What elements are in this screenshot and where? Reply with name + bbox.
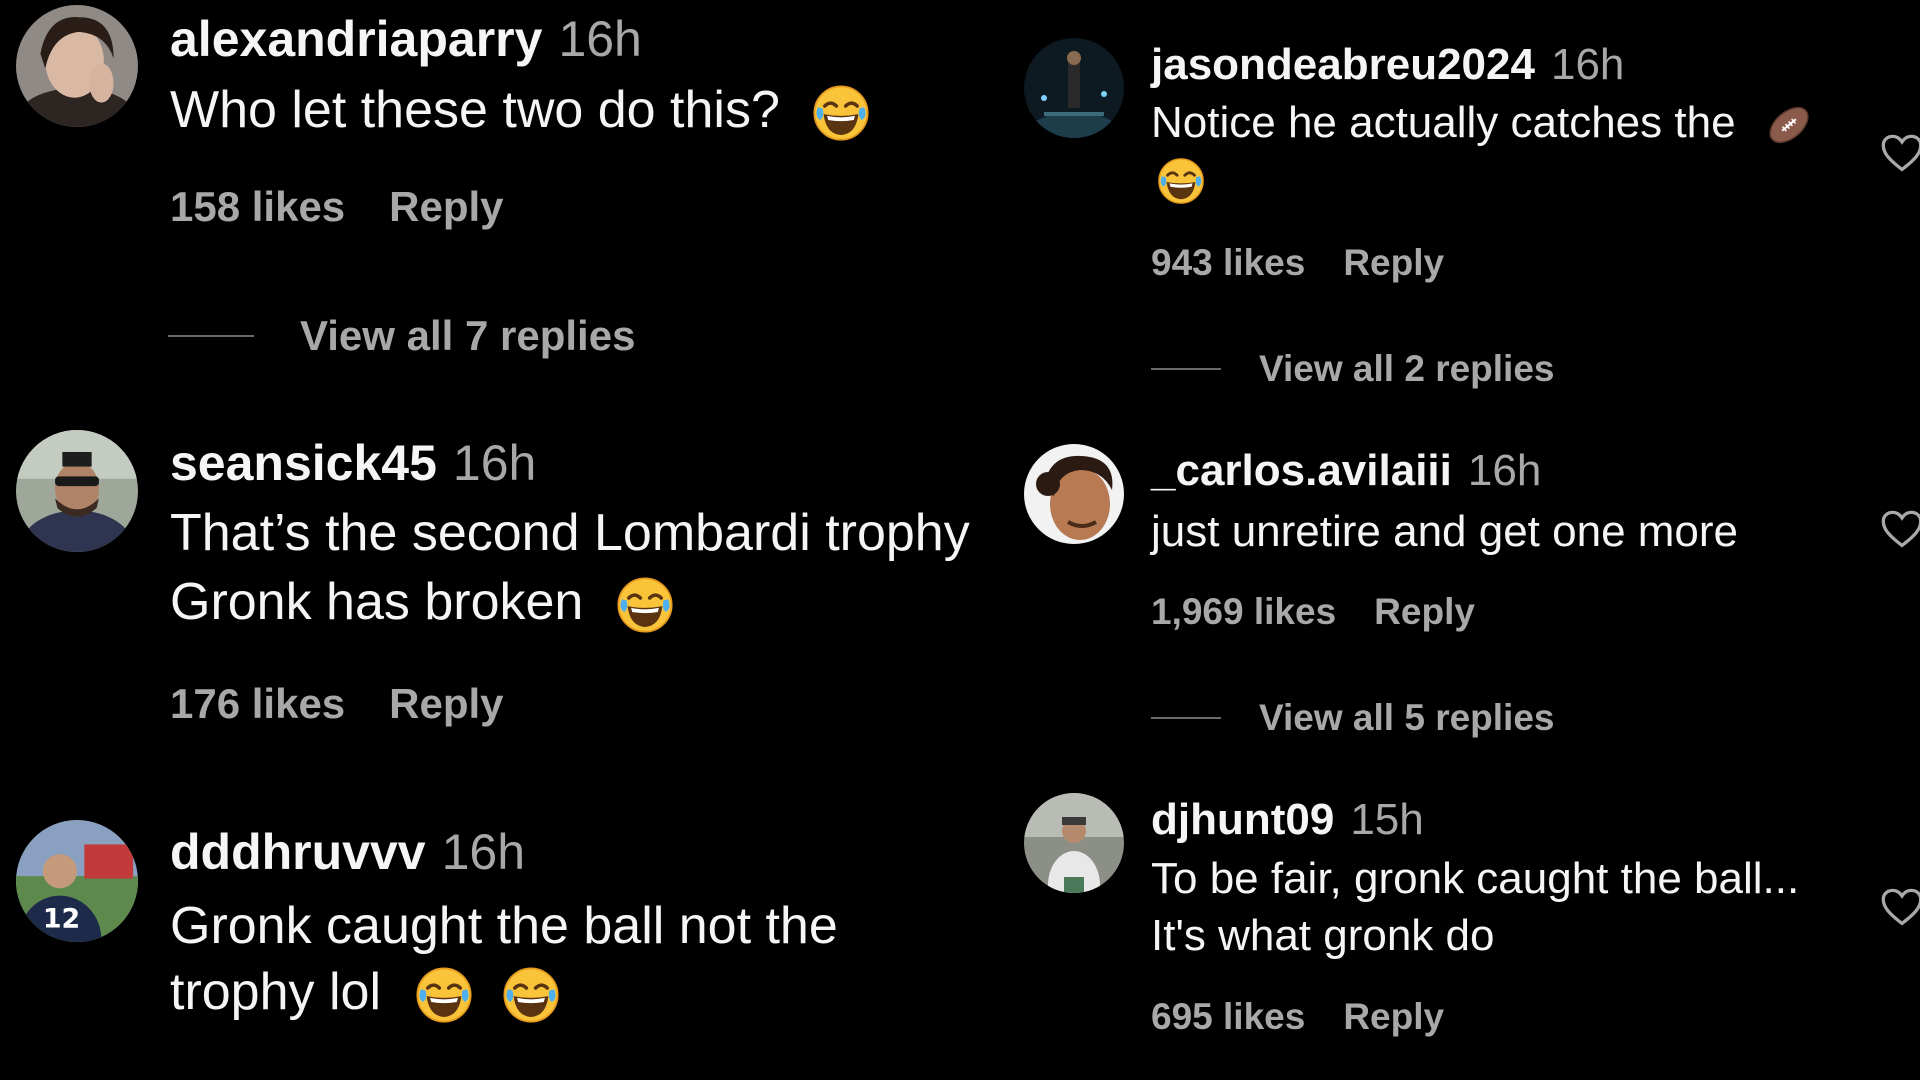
avatar[interactable]: [1024, 793, 1124, 893]
username[interactable]: alexandriaparry: [170, 11, 542, 67]
view-replies-label: View all 5 replies: [1259, 697, 1555, 738]
comment-text-line: Gronk caught the ball not the: [170, 897, 838, 955]
timestamp: 15h: [1350, 795, 1424, 844]
comment-text-line: That’s the second Lombardi trophy: [170, 504, 970, 562]
comment-meta: _carlos.avilaiii 16h: [1151, 446, 1541, 496]
timestamp: 16h: [452, 435, 537, 491]
svg-text:12: 12: [43, 903, 80, 934]
comment-text-line: Notice he actually catches the: [1151, 98, 1736, 147]
comment-text: trophy lol: [170, 962, 560, 1024]
laughing-emoji: [812, 84, 870, 142]
comment-text: Notice he actually catches the: [1151, 98, 1814, 150]
timestamp: 16h: [558, 11, 642, 67]
comment-text-line: trophy lol: [170, 963, 381, 1021]
view-replies-button[interactable]: View all 5 replies: [1151, 697, 1555, 739]
reply-button[interactable]: Reply: [1343, 242, 1444, 283]
heart-outline-icon[interactable]: [1880, 132, 1920, 176]
view-replies-label: View all 2 replies: [1259, 348, 1555, 389]
comment-text: Gronk has broken: [170, 572, 674, 634]
avatar[interactable]: 12: [16, 820, 138, 942]
comment-meta: dddhruvvv 16h: [170, 823, 525, 881]
comment-actions: 158 likes Reply: [170, 183, 504, 231]
timestamp: 16h: [1467, 446, 1542, 495]
avatar[interactable]: [16, 5, 138, 127]
comment-text-line: just unretire and get one more: [1151, 507, 1739, 556]
laughing-emoji: [502, 966, 560, 1024]
username[interactable]: seansick45: [170, 435, 437, 491]
timestamp: 16h: [441, 824, 526, 880]
laughing-emoji: [1157, 157, 1205, 205]
divider: [1151, 368, 1221, 370]
comment-text-line: Who let these two do this?: [170, 81, 780, 139]
comment-text-line: To be fair, gronk caught the ball...: [1151, 854, 1800, 903]
avatar[interactable]: [16, 430, 138, 552]
comment-meta: alexandriaparry 16h: [170, 10, 642, 68]
avatar[interactable]: [1024, 38, 1124, 138]
likes-count[interactable]: 695 likes: [1151, 996, 1305, 1037]
comment-actions: 1,969 likes Reply: [1151, 591, 1475, 633]
likes-count[interactable]: 1,969 likes: [1151, 591, 1336, 632]
reply-button[interactable]: Reply: [389, 183, 503, 230]
likes-count[interactable]: 158 likes: [170, 183, 345, 230]
comment-text: Who let these two do this?: [170, 80, 870, 142]
username[interactable]: _carlos.avilaiii: [1151, 446, 1452, 495]
divider: [1151, 717, 1221, 719]
divider: [168, 335, 254, 337]
view-replies-button[interactable]: View all 2 replies: [1151, 348, 1555, 390]
timestamp: 16h: [1550, 40, 1625, 89]
comment-actions: 695 likes Reply: [1151, 996, 1444, 1038]
reply-button[interactable]: Reply: [389, 680, 503, 727]
laughing-emoji: [616, 576, 674, 634]
username[interactable]: djhunt09: [1151, 795, 1334, 844]
comment-meta: jasondeabreu2024 16h: [1151, 40, 1624, 90]
comment-meta: djhunt09 15h: [1151, 795, 1424, 845]
username[interactable]: dddhruvvv: [170, 824, 426, 880]
comment-actions: 943 likes Reply: [1151, 242, 1444, 284]
laughing-emoji: [415, 966, 473, 1024]
football-emoji: [1764, 100, 1814, 150]
heart-outline-icon[interactable]: [1880, 508, 1920, 552]
comment-text-line: It's what gronk do: [1151, 911, 1495, 960]
heart-outline-icon[interactable]: [1880, 886, 1920, 930]
view-replies-label: View all 7 replies: [300, 312, 636, 359]
likes-count[interactable]: 943 likes: [1151, 242, 1305, 283]
reply-button[interactable]: Reply: [1343, 996, 1444, 1037]
comment-meta: seansick45 16h: [170, 434, 536, 492]
reply-button[interactable]: Reply: [1374, 591, 1475, 632]
view-replies-button[interactable]: View all 7 replies: [168, 312, 635, 360]
avatar[interactable]: [1024, 444, 1124, 544]
likes-count[interactable]: 176 likes: [170, 680, 345, 727]
comment-actions: 176 likes Reply: [170, 680, 504, 728]
username[interactable]: jasondeabreu2024: [1151, 40, 1535, 89]
comment-text-line: Gronk has broken: [170, 573, 584, 631]
